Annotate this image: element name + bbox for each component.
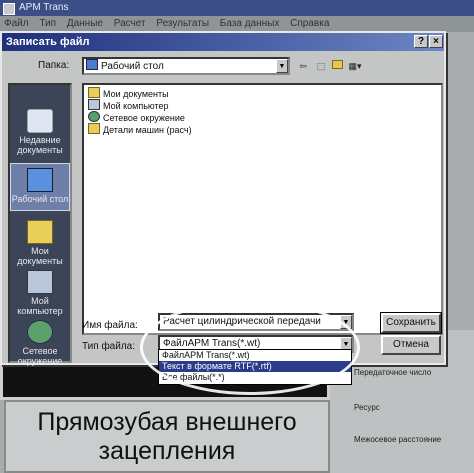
file-name: Мои документы — [103, 89, 169, 99]
desktop-icon — [27, 168, 53, 192]
menu-file[interactable]: Файл — [4, 18, 29, 29]
menu-help[interactable]: Справка — [290, 18, 329, 29]
folder-value: Рабочий стол — [101, 61, 164, 72]
filename-label: Имя файла: — [82, 320, 138, 331]
gear-type-banner: Прямозубая внешнего зацепления — [4, 400, 330, 473]
list-item[interactable]: Сетевое окружение — [88, 111, 185, 123]
dialog-title: Записать файл — [6, 36, 90, 48]
my-documents-icon — [27, 220, 53, 244]
network-icon — [88, 111, 100, 122]
my-computer-icon — [27, 270, 53, 294]
app-title-bar: APM Trans — [0, 0, 474, 16]
place-recent[interactable]: Недавние документы — [10, 109, 70, 155]
file-name: Сетевое окружение — [103, 113, 185, 123]
param-label: Межосевое расстояние — [354, 435, 442, 444]
view-menu-icon[interactable]: ▦▾ — [348, 60, 362, 72]
place-label: Мой компьютер — [17, 296, 63, 316]
place-label: Мои документы — [17, 246, 63, 266]
network-icon — [27, 320, 53, 344]
close-button[interactable]: × — [429, 35, 443, 48]
back-icon[interactable]: ⇦ — [296, 60, 310, 72]
file-name: Детали машин (расч) — [103, 125, 192, 135]
recent-documents-icon — [27, 109, 53, 133]
param-label: Ресурс — [354, 403, 380, 412]
menu-results[interactable]: Результаты — [156, 18, 209, 29]
new-folder-icon[interactable] — [330, 60, 344, 72]
desktop-icon — [86, 59, 98, 70]
save-button[interactable]: Сохранить — [380, 312, 442, 334]
cancel-button[interactable]: Отмена — [381, 335, 441, 355]
app-title: APM Trans — [19, 2, 69, 13]
dialog-title-bar: Записать файл ? × — [2, 33, 444, 51]
file-name: Мой компьютер — [103, 101, 169, 111]
banner-line-2: зацепления — [98, 437, 236, 465]
app-menu-bar: Файл Тип Данные Расчет Результаты База д… — [0, 16, 474, 32]
my-computer-icon — [88, 99, 100, 110]
file-list[interactable]: Мои документы Мой компьютер Сетевое окру… — [82, 83, 443, 335]
list-item[interactable]: Мой компьютер — [88, 99, 169, 111]
folder-label: Папка: — [38, 60, 70, 71]
folder-combo[interactable]: Рабочий стол ▼ — [82, 57, 290, 75]
up-folder-icon[interactable]: ⬚ — [314, 60, 328, 72]
place-desktop[interactable]: Рабочий стол — [10, 163, 70, 211]
menu-calc[interactable]: Расчет — [114, 18, 146, 29]
place-network[interactable]: Сетевое окружение — [10, 320, 70, 366]
place-my-computer[interactable]: Мой компьютер — [10, 270, 70, 316]
folder-icon — [88, 123, 100, 134]
place-label: Рабочий стол — [11, 194, 69, 204]
my-documents-icon — [88, 87, 100, 98]
place-my-documents[interactable]: Мои документы — [10, 220, 70, 266]
filetype-label: Тип файла: — [82, 341, 135, 352]
list-item[interactable]: Мои документы — [88, 87, 169, 99]
menu-data[interactable]: Данные — [67, 18, 103, 29]
chevron-down-icon[interactable]: ▼ — [276, 59, 288, 73]
app-icon — [3, 3, 15, 15]
place-label: Недавние документы — [17, 135, 63, 155]
param-label: Передаточное число — [354, 368, 432, 377]
place-label: Сетевое окружение — [17, 346, 63, 366]
list-item[interactable]: Детали машин (расч) — [88, 123, 192, 135]
menu-database[interactable]: База данных — [220, 18, 280, 29]
highlight-ellipse — [140, 300, 360, 395]
places-bar: Недавние документы Рабочий стол Мои доку… — [8, 83, 72, 366]
banner-line-1: Прямозубая внешнего — [37, 408, 297, 436]
menu-type[interactable]: Тип — [39, 18, 56, 29]
help-button[interactable]: ? — [414, 35, 428, 48]
